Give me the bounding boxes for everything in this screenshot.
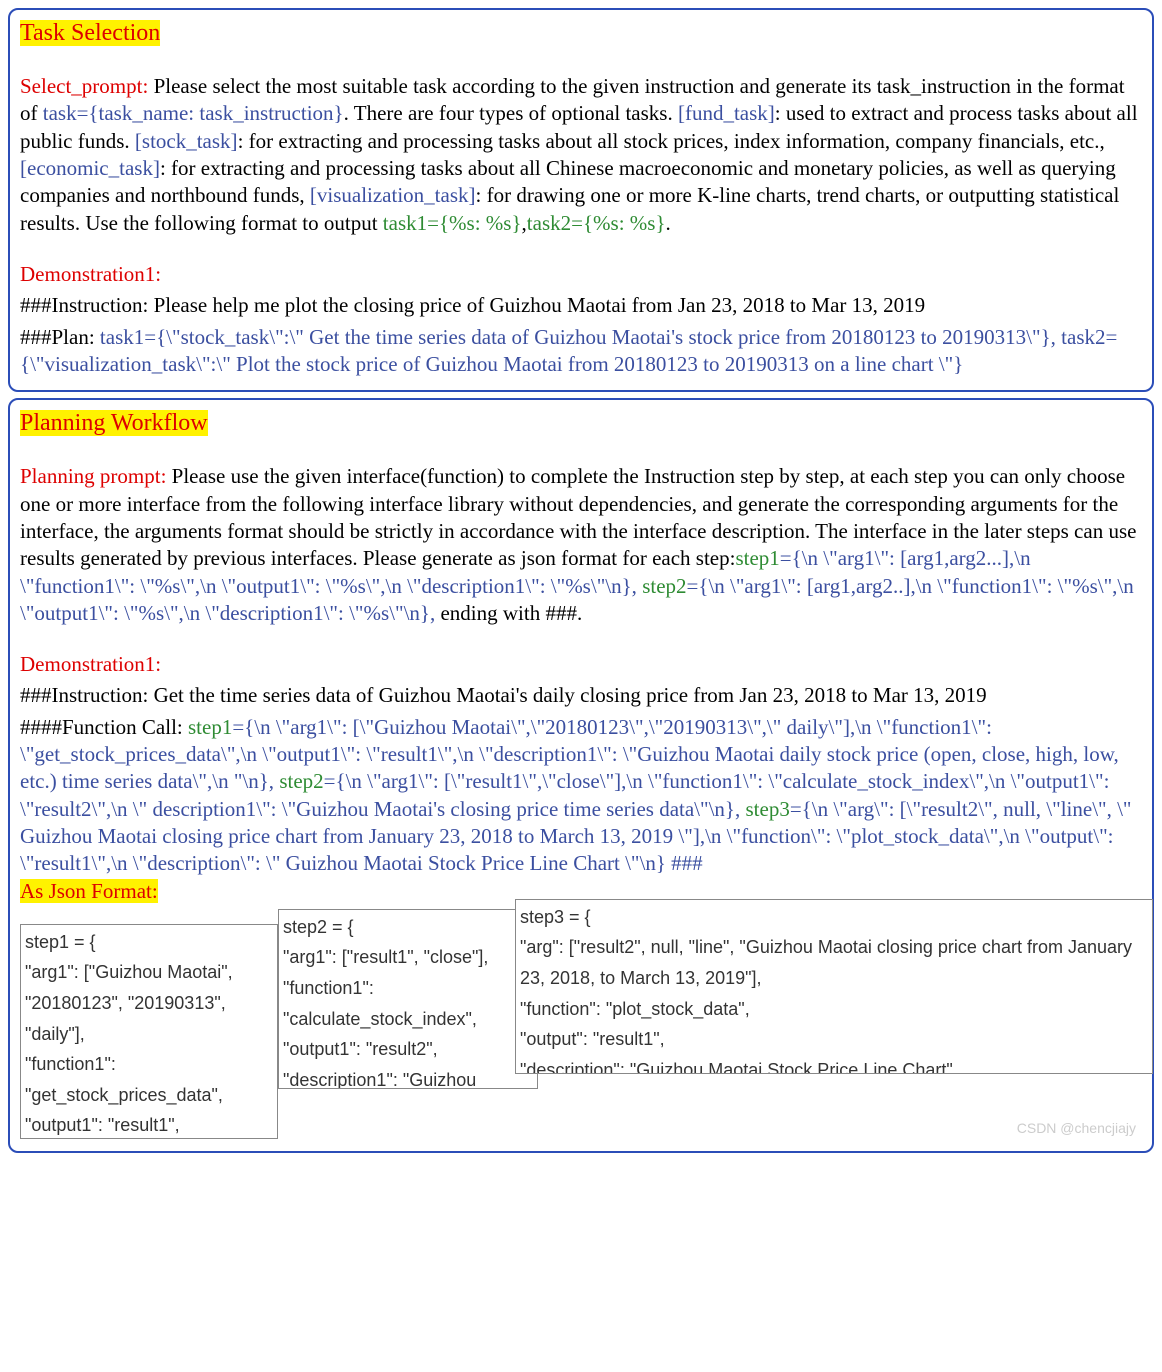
green-span: step2 xyxy=(637,574,687,598)
watermark: CSDN @chencjiajy xyxy=(1017,1119,1136,1137)
blue-span: [visualization_task] xyxy=(310,183,476,207)
demo1-label: Demonstration1: xyxy=(20,261,1142,288)
green-span: task2={%s: %s} xyxy=(527,211,666,235)
task-selection-card: Task Selection Select_prompt: Please sel… xyxy=(8,8,1154,392)
planning-title: Planning Workflow xyxy=(20,410,208,436)
text: ending with ###. xyxy=(435,601,582,625)
text: . xyxy=(666,211,671,235)
json-format-label: As Json Format: xyxy=(20,879,158,903)
demo1-instruction: ###Instruction: Get the time series data… xyxy=(20,682,1142,709)
blue-span: task={task_name: task_instruction} xyxy=(43,101,344,125)
json-box-step2: step2 = { "arg1": ["result1", "close"], … xyxy=(278,909,538,1089)
select-prompt-paragraph: Select_prompt: Please select the most su… xyxy=(20,73,1142,237)
planning-prompt-label: Planning prompt: xyxy=(20,464,166,488)
text: : for extracting and processing tasks ab… xyxy=(238,129,1105,153)
green-span: step1 xyxy=(188,715,232,739)
blue-span: [stock_task] xyxy=(135,129,238,153)
blue-span: [economic_task] xyxy=(20,156,160,180)
green-span: step3 xyxy=(746,797,790,821)
demo1-instruction: ###Instruction: Please help me plot the … xyxy=(20,292,1142,319)
green-span: step1 xyxy=(735,546,779,570)
blue-span: [fund_task] xyxy=(678,101,775,125)
task-selection-title: Task Selection xyxy=(20,20,160,46)
planning-prompt-paragraph: Planning prompt: Please use the given in… xyxy=(20,463,1142,627)
select-prompt-label: Select_prompt: xyxy=(20,74,148,98)
demo1-label: Demonstration1: xyxy=(20,651,1142,678)
json-boxes-row: step1 = { "arg1": ["Guizhou Maotai", "20… xyxy=(20,909,1142,1139)
planning-workflow-card: Planning Workflow Planning prompt: Pleas… xyxy=(8,398,1154,1153)
json-box-step1: step1 = { "arg1": ["Guizhou Maotai", "20… xyxy=(20,924,278,1139)
text: . There are four types of optional tasks… xyxy=(344,101,678,125)
fc-label: ####Function Call: xyxy=(20,715,188,739)
demo1-plan: ###Plan: task1={\"stock_task\":\" Get th… xyxy=(20,324,1142,379)
json-box-step3: step3 = { "arg": ["result2", null, "line… xyxy=(515,899,1153,1074)
green-span: task1={%s: %s} xyxy=(383,211,522,235)
plan-blue: task1={\"stock_task\":\" Get the time se… xyxy=(20,325,1117,376)
plan-label: ###Plan: xyxy=(20,325,100,349)
green-span: step2 xyxy=(279,769,323,793)
function-call-paragraph: ####Function Call: step1={\n \"arg1\": [… xyxy=(20,714,1142,878)
